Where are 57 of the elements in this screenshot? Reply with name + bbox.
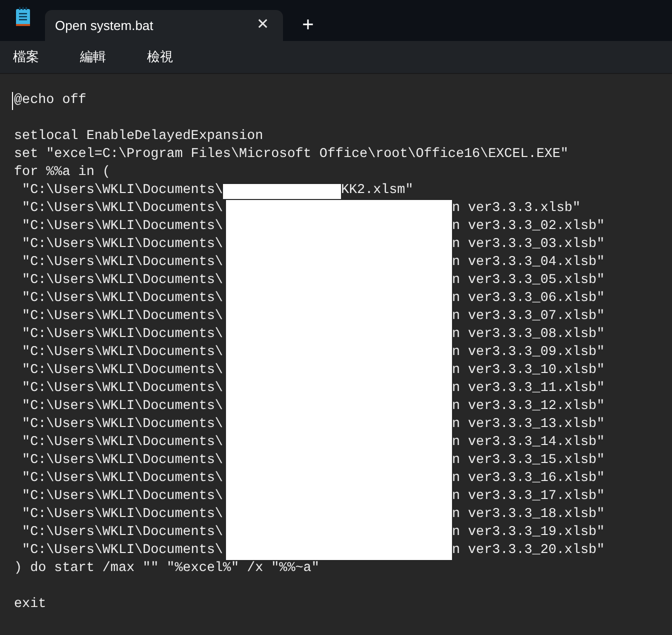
code-line: "C:\Users\WKLI\Documents\ <box>21 452 223 470</box>
code-line: n ver3.3.3_11.xlsb" <box>452 380 605 398</box>
code-line: setlocal EnableDelayedExpansion <box>14 129 264 144</box>
code-line: n ver3.3.3_05.xlsb" <box>452 272 605 290</box>
code-line: "C:\Users\WKLI\Documents\ <box>21 524 223 542</box>
code-line: n ver3.3.3_06.xlsb" <box>452 290 605 308</box>
code-line: n ver3.3.3_09.xlsb" <box>452 344 605 362</box>
code-line: "C:\Users\WKLI\Documents\ <box>21 380 223 398</box>
text-cursor <box>12 92 13 110</box>
code-line: "C:\Users\WKLI\Documents\ <box>21 362 223 380</box>
code-line: n ver3.3.3_13.xlsb" <box>452 416 605 434</box>
code-line: n ver3.3.3.xlsb" <box>452 200 581 218</box>
menu-item[interactable]: 檔案 <box>6 47 46 67</box>
code-line: n ver3.3.3_07.xlsb" <box>452 308 605 326</box>
code-line: n ver3.3.3_08.xlsb" <box>452 326 605 344</box>
code-line: "C:\Users\WKLI\Documents\ <box>21 272 223 290</box>
code-line: n ver3.3.3_15.xlsb" <box>452 452 605 470</box>
code-line: n ver3.3.3_16.xlsb" <box>452 470 605 488</box>
menu-item[interactable]: 檢視 <box>140 47 180 67</box>
code-line: "C:\Users\WKLI\Documents\ <box>21 506 223 524</box>
code-line: "C:\Users\WKLI\Documents\ <box>21 218 223 236</box>
close-button[interactable]: ✕ <box>251 14 275 38</box>
code-line: n ver3.3.3_14.xlsb" <box>452 434 605 452</box>
code-line: @echo off <box>14 93 86 108</box>
code-line: "C:\Users\WKLI\Documents\ <box>21 254 223 272</box>
code-line: "C:\Users\WKLI\Documents\ <box>21 308 223 326</box>
code-line: "C:\Users\WKLI\Documents\ <box>21 236 223 254</box>
code-line: n ver3.3.3_20.xlsb" <box>452 542 605 560</box>
tab-title: Open system.bat <box>55 16 154 35</box>
code-line: for %%a in ( <box>14 165 110 180</box>
code-line: n ver3.3.3_19.xlsb" <box>452 524 605 542</box>
code-line: "C:\Users\WKLI\Documents\ <box>21 398 223 416</box>
code-line: set "excel=C:\Program Files\Microsoft Office\root\Office16\EXCEL.EXE" <box>14 147 568 162</box>
code-line: "C:\Users\WKLI\Documents\ <box>21 542 223 560</box>
notepad-icon <box>14 6 30 26</box>
code-line: n ver3.3.3_04.xlsb" <box>452 254 605 272</box>
code-line: n ver3.3.3_10.xlsb" <box>452 362 605 380</box>
code-line: "C:\Users\WKLI\Documents\ <box>21 182 223 200</box>
code-line: "C:\Users\WKLI\Documents\ <box>21 344 223 362</box>
code-line: n ver3.3.3_18.xlsb" <box>452 506 605 524</box>
code-line: "C:\Users\WKLI\Documents\ <box>21 200 223 218</box>
file-tab[interactable]: Open system.bat ✕ <box>45 10 283 41</box>
code-line: "C:\Users\WKLI\Documents\ <box>21 326 223 344</box>
code-line: "C:\Users\WKLI\Documents\ <box>21 470 223 488</box>
code-line: "C:\Users\WKLI\Documents\ <box>21 434 223 452</box>
code-line: KK2.xlsm" <box>340 182 414 200</box>
new-tab-button[interactable]: + <box>295 12 321 38</box>
menu-item[interactable]: 編輯 <box>73 47 113 67</box>
code-line: n ver3.3.3_17.xlsb" <box>452 488 605 506</box>
code-line: "C:\Users\WKLI\Documents\ <box>21 488 223 506</box>
code-line: n ver3.3.3_03.xlsb" <box>452 236 605 254</box>
code-line: "C:\Users\WKLI\Documents\ <box>21 290 223 308</box>
code-line: exit <box>14 597 46 612</box>
code-line: n ver3.3.3_02.xlsb" <box>452 218 605 236</box>
code-line: ) do start /max "" "%excel%" /x "%%~a" <box>14 561 320 576</box>
code-line: "C:\Users\WKLI\Documents\ <box>21 416 223 434</box>
code-line: n ver3.3.3_12.xlsb" <box>452 398 605 416</box>
